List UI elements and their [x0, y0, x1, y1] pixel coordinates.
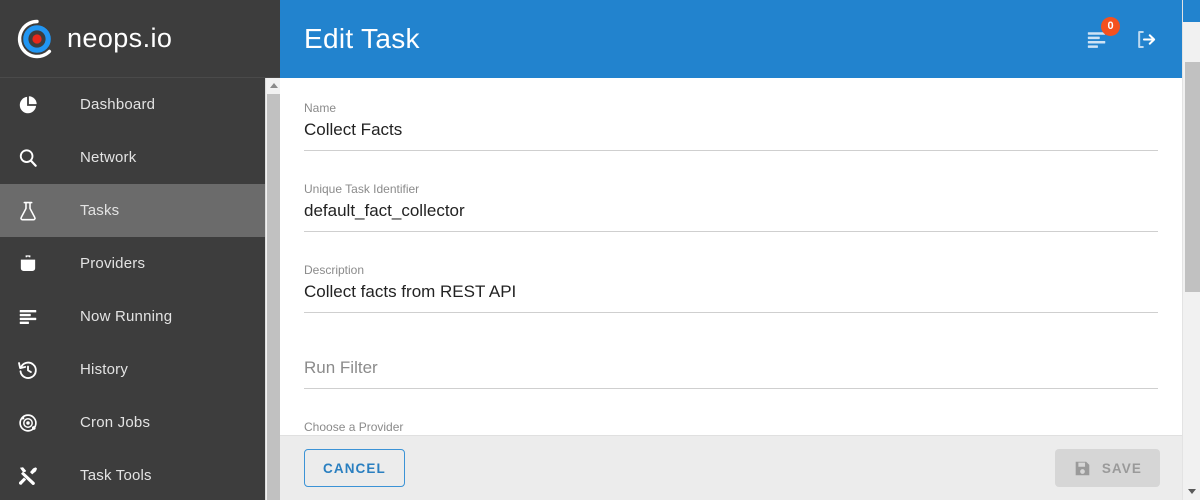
triangle-up-icon[interactable] — [266, 78, 281, 93]
triangle-down-icon[interactable] — [1183, 483, 1200, 499]
sidebar-item-label: Task Tools — [80, 467, 152, 484]
sidebar-item-label: Now Running — [80, 308, 173, 325]
list-lines-icon — [0, 306, 56, 328]
sidebar-item-label: Cron Jobs — [80, 414, 151, 431]
action-bar: CANCEL SAVE — [280, 435, 1200, 500]
sidebar-item-now-running[interactable]: Now Running — [0, 290, 280, 343]
main-panel: Edit Task 0 Name Collect Facts Unique Ta… — [280, 0, 1200, 500]
logout-icon[interactable] — [1132, 26, 1158, 52]
history-clock-icon — [0, 359, 56, 381]
application-window: neops.io Dashboard Network Tasks Provide… — [0, 0, 1200, 500]
sidebar-scrollbar-thumb[interactable] — [267, 94, 280, 500]
sidebar-item-network[interactable]: Network — [0, 131, 280, 184]
description-input[interactable]: Collect facts from REST API — [304, 279, 1158, 305]
brand-header[interactable]: neops.io — [0, 0, 280, 78]
field-label: Unique Task Identifier — [304, 182, 420, 196]
queue-badge: 0 — [1101, 17, 1120, 36]
sidebar-item-label: Tasks — [80, 202, 120, 219]
briefcase-icon — [0, 253, 56, 275]
sidebar-nav: Dashboard Network Tasks Providers Now Ru… — [0, 78, 280, 500]
brand-name: neops.io — [67, 23, 173, 53]
floppy-save-icon — [1073, 459, 1092, 478]
flask-icon — [0, 200, 56, 222]
unique-task-identifier-input[interactable]: default_fact_collector — [304, 198, 1158, 224]
field-label: Name — [304, 101, 337, 115]
cancel-button[interactable]: CANCEL — [304, 449, 405, 487]
orbit-icon — [0, 412, 56, 434]
field-name[interactable]: Name Collect Facts — [304, 90, 1158, 151]
sidebar-item-task-tools[interactable]: Task Tools — [0, 449, 280, 500]
main-scrollbar-thumb[interactable] — [1185, 62, 1200, 292]
queue-list-icon[interactable]: 0 — [1084, 17, 1120, 52]
bullseye-logo-icon — [16, 18, 58, 60]
wrench-screwdriver-icon — [0, 465, 56, 487]
field-description[interactable]: Description Collect facts from REST API — [304, 252, 1158, 313]
search-icon — [0, 147, 56, 169]
field-run-filter[interactable]: Run Filter — [304, 333, 1158, 389]
sidebar: neops.io Dashboard Network Tasks Provide… — [0, 0, 281, 500]
save-button[interactable]: SAVE — [1054, 449, 1160, 487]
page-header: Edit Task 0 — [280, 0, 1200, 78]
save-button-label: SAVE — [1101, 460, 1142, 476]
main-scrollbar-top-accent — [1183, 0, 1200, 22]
field-label: Description — [304, 263, 365, 277]
sidebar-item-label: Network — [80, 149, 137, 166]
sidebar-item-dashboard[interactable]: Dashboard — [0, 78, 280, 131]
pie-chart-icon — [0, 94, 56, 116]
page-title: Edit Task — [304, 23, 420, 54]
sidebar-item-cron-jobs[interactable]: Cron Jobs — [0, 396, 280, 449]
sidebar-item-label: Providers — [80, 255, 146, 272]
sidebar-item-tasks[interactable]: Tasks — [0, 184, 280, 237]
header-actions: 0 — [1084, 17, 1178, 52]
sidebar-item-label: Dashboard — [80, 96, 156, 113]
sidebar-scrollbar[interactable] — [265, 78, 281, 500]
field-label: Choose a Provider — [304, 420, 404, 434]
main-scrollbar[interactable] — [1182, 0, 1200, 500]
sidebar-item-history[interactable]: History — [0, 343, 280, 396]
sidebar-item-providers[interactable]: Providers — [0, 237, 280, 290]
sidebar-item-label: History — [80, 361, 129, 378]
run-filter-input[interactable]: Run Filter — [304, 355, 1158, 381]
field-unique-task-identifier[interactable]: Unique Task Identifier default_fact_coll… — [304, 171, 1158, 232]
name-input[interactable]: Collect Facts — [304, 117, 1158, 143]
